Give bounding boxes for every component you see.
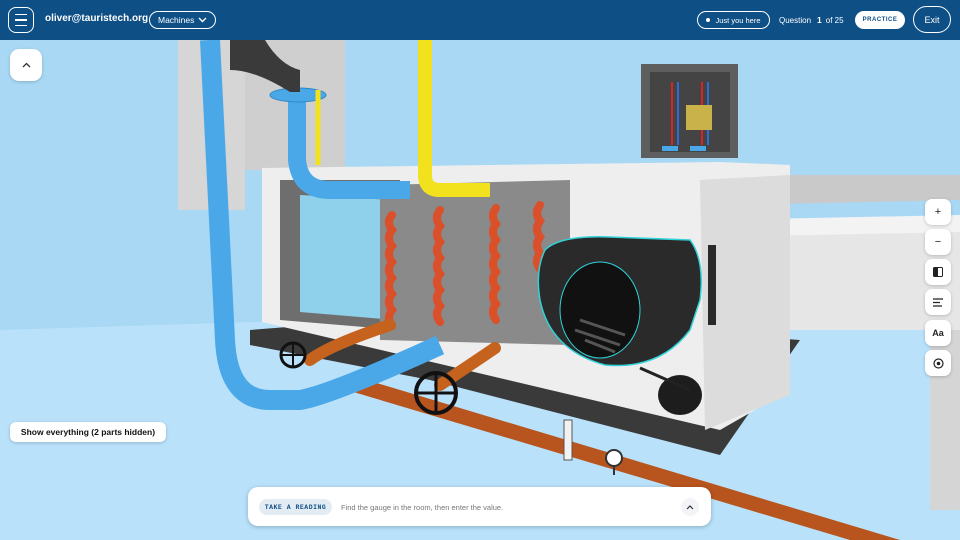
task-badge: TAKE A READING: [259, 499, 332, 515]
contrast-icon: [933, 267, 943, 277]
show-everything-button[interactable]: Show everything (2 parts hidden): [10, 422, 166, 442]
audience-label: Just you here: [715, 15, 761, 25]
valve-wheel-upper[interactable]: [279, 341, 307, 369]
task-instruction: Find the gauge in the room, then enter t…: [341, 503, 504, 512]
panel-terminal-left: [662, 146, 678, 151]
machines-label: Machines: [158, 15, 195, 25]
hamburger-icon: [15, 12, 27, 29]
text-size-button[interactable]: Aa: [925, 320, 951, 346]
text-align-icon: [933, 297, 943, 307]
zoom-out-button[interactable]: −: [925, 229, 951, 255]
text-size-icon: Aa: [932, 328, 944, 338]
top-bar: oliver@tauristech.org Machines Just you …: [0, 0, 960, 40]
machines-dropdown[interactable]: Machines: [149, 11, 217, 29]
pressure-gauge[interactable]: [605, 449, 623, 467]
machine-3d-viewport[interactable]: [0, 40, 960, 540]
question-number: 1: [817, 15, 822, 25]
panel-relay: [686, 105, 712, 130]
align-button[interactable]: [925, 289, 951, 315]
chevron-down-icon: [198, 17, 207, 23]
question-total: of 25: [825, 16, 844, 25]
task-expand-button[interactable]: [681, 498, 699, 516]
valve-wheel-lower[interactable]: [414, 371, 458, 415]
practice-badge[interactable]: PRACTICE: [855, 11, 905, 29]
collapse-button[interactable]: [10, 49, 42, 81]
menu-button[interactable]: [8, 7, 34, 33]
zoom-in-button[interactable]: +: [925, 199, 951, 225]
question-label: Question: [779, 16, 812, 25]
task-panel: TAKE A READING Find the gauge in the roo…: [248, 487, 711, 526]
motor: [658, 375, 702, 415]
panel-terminal-right: [690, 146, 706, 151]
chevron-up-icon: [686, 504, 694, 509]
user-email: oliver@tauristech.org: [45, 13, 149, 24]
blower-outlet: [708, 245, 716, 325]
question-counter: Question 1 of 25: [779, 15, 844, 25]
presence-dot-icon: [706, 18, 711, 22]
plus-icon: +: [934, 206, 942, 218]
target-icon: [932, 357, 944, 369]
audience-badge[interactable]: Just you here: [697, 11, 770, 29]
chevron-up-icon: [22, 62, 30, 68]
exit-button[interactable]: Exit: [913, 6, 951, 33]
gauge-stand: [563, 419, 573, 461]
contrast-button[interactable]: [925, 259, 951, 285]
minus-icon: −: [934, 236, 942, 248]
recenter-button[interactable]: [925, 350, 951, 376]
